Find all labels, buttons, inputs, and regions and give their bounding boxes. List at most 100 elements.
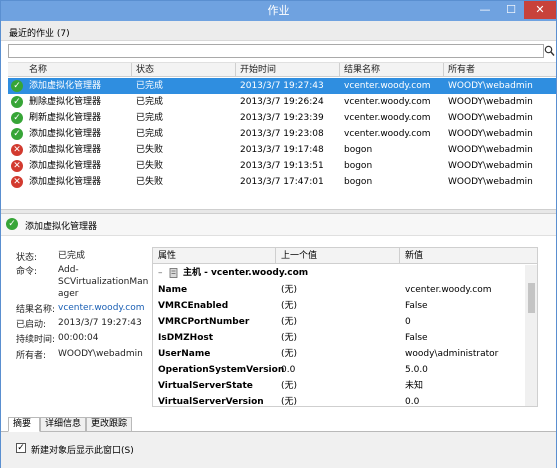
field-label: 已启动: bbox=[16, 320, 47, 330]
search-icon[interactable] bbox=[544, 45, 555, 57]
completed-icon: ✓ bbox=[11, 128, 23, 140]
properties-scrollbar[interactable] bbox=[525, 265, 537, 406]
job-result-name: bogon bbox=[344, 145, 373, 155]
column-header-property[interactable]: 属性 bbox=[153, 248, 276, 264]
property-new-value: 未知 bbox=[405, 381, 424, 391]
job-owner: WOODY\webadmin bbox=[448, 113, 533, 123]
property-name: IsDMZHost bbox=[158, 333, 214, 343]
failed-icon: ✕ bbox=[11, 144, 23, 156]
column-header-result-name[interactable]: 结果名称 bbox=[340, 63, 444, 77]
job-result-name: vcenter.woody.com bbox=[344, 97, 431, 107]
job-start-time: 2013/3/7 19:27:43 bbox=[240, 81, 324, 91]
property-old-value: (无) bbox=[281, 333, 298, 343]
field-value: Add- SCVirtualizationMan ager bbox=[58, 265, 149, 299]
job-name: 添加虚拟化管理器 bbox=[29, 161, 102, 171]
failed-icon: ✕ bbox=[11, 160, 23, 172]
column-header-status[interactable]: 状态 bbox=[132, 63, 236, 77]
job-row[interactable]: ✓ 添加虚拟化管理器 已完成 2013/3/7 19:23:08 vcenter.woo… bbox=[8, 126, 556, 142]
tab-details[interactable]: 详细信息 bbox=[40, 417, 86, 432]
host-group-label: 主机 - vcenter.woody.com bbox=[183, 268, 309, 278]
job-name: 添加虚拟化管理器 bbox=[29, 129, 102, 139]
job-owner: WOODY\webadmin bbox=[448, 145, 533, 155]
tab-summary[interactable]: 摘要 bbox=[8, 417, 40, 432]
job-start-time: 2013/3/7 19:13:51 bbox=[240, 161, 324, 171]
job-owner: WOODY\webadmin bbox=[448, 177, 533, 187]
column-header-owner[interactable]: 所有者 bbox=[444, 63, 556, 77]
column-header-name[interactable]: 名称 bbox=[25, 63, 132, 77]
job-start-time: 2013/3/7 17:47:01 bbox=[240, 177, 324, 187]
job-row[interactable]: ✓ 删除虚拟化管理器 已完成 2013/3/7 19:26:24 vcenter.woo… bbox=[8, 94, 556, 110]
jobs-table-header: 名称 状态 开始时间 结果名称 所有者 bbox=[8, 62, 556, 77]
property-row[interactable]: UserName (无) woody\administrator bbox=[153, 346, 525, 362]
job-row[interactable]: ✕ 添加虚拟化管理器 已失败 2013/3/7 19:13:51 bogon WOODY\… bbox=[8, 158, 556, 174]
detail-title: 添加虚拟化管理器 bbox=[25, 222, 98, 232]
tab-change-tracking[interactable]: 更改跟踪 bbox=[86, 417, 132, 432]
job-owner: WOODY\webadmin bbox=[448, 129, 533, 139]
field-value: WOODY\webadmin bbox=[58, 349, 143, 359]
scrollbar-thumb[interactable] bbox=[528, 283, 535, 313]
job-result-name: bogon bbox=[344, 177, 373, 187]
job-name: 添加虚拟化管理器 bbox=[29, 145, 102, 155]
show-window-checkbox-label[interactable]: 新建对象后显示此窗口(S) bbox=[31, 443, 134, 456]
job-status: 已完成 bbox=[136, 129, 164, 139]
job-name: 添加虚拟化管理器 bbox=[29, 81, 102, 91]
property-row[interactable]: VirtualServerVersion (无) 0.0 bbox=[153, 394, 525, 406]
job-result-name: vcenter.woody.com bbox=[344, 81, 431, 91]
property-row[interactable]: IsDMZHost (无) False bbox=[153, 330, 525, 346]
property-old-value: (无) bbox=[281, 301, 298, 311]
completed-icon: ✓ bbox=[6, 218, 18, 230]
property-old-value: (无) bbox=[281, 317, 298, 327]
host-group-row[interactable]: – 主机 - vcenter.woody.com bbox=[153, 265, 537, 281]
property-old-value: 0.0 bbox=[281, 365, 296, 375]
properties-header: 属性 上一个值 新值 bbox=[153, 248, 537, 264]
property-name: VMRCEnabled bbox=[158, 301, 229, 311]
property-new-value: woody\administrator bbox=[405, 349, 499, 359]
property-row[interactable]: OperationSystemVersion 0.0 5.0.0 bbox=[153, 362, 525, 378]
completed-icon: ✓ bbox=[11, 112, 23, 124]
property-row[interactable]: Name (无) vcenter.woody.com bbox=[153, 282, 525, 298]
collapse-icon[interactable]: – bbox=[158, 265, 163, 281]
job-row[interactable]: ✕ 添加虚拟化管理器 已失败 2013/3/7 19:17:48 bogon WOODY\… bbox=[8, 142, 556, 158]
job-start-time: 2013/3/7 19:23:08 bbox=[240, 129, 324, 139]
property-new-value: False bbox=[405, 301, 428, 311]
field-label: 所有者: bbox=[16, 351, 47, 361]
job-start-time: 2013/3/7 19:26:24 bbox=[240, 97, 324, 107]
property-new-value: 5.0.0 bbox=[405, 365, 428, 375]
maximize-button[interactable]: ☐ bbox=[498, 1, 524, 19]
job-row[interactable]: ✓ 添加虚拟化管理器 已完成 2013/3/7 19:27:43 vcenter.woo… bbox=[8, 78, 556, 94]
server-icon bbox=[169, 265, 178, 281]
column-header-new-value[interactable]: 新值 bbox=[400, 248, 537, 264]
minimize-button[interactable]: — bbox=[472, 1, 498, 19]
recent-jobs-header: 最近的作业 (7) bbox=[1, 21, 556, 41]
column-header-start-time[interactable]: 开始时间 bbox=[236, 63, 340, 77]
job-row[interactable]: ✓ 刷新虚拟化管理器 已完成 2013/3/7 19:23:39 vcenter.woo… bbox=[8, 110, 556, 126]
show-window-checkbox[interactable]: ✓ bbox=[16, 443, 26, 453]
field-value: 2013/3/7 19:27:43 bbox=[58, 318, 142, 328]
completed-icon: ✓ bbox=[11, 96, 23, 108]
jobs-table: 名称 状态 开始时间 结果名称 所有者 ✓ 添加虚拟化管理器 已完成 2013/3/7… bbox=[8, 62, 556, 206]
job-status: 已失败 bbox=[136, 161, 164, 171]
field-label: 命令: bbox=[16, 267, 38, 277]
job-owner: WOODY\webadmin bbox=[448, 161, 533, 171]
property-old-value: (无) bbox=[281, 349, 298, 359]
property-row[interactable]: VMRCEnabled (无) False bbox=[153, 298, 525, 314]
property-row[interactable]: VirtualServerState (无) 未知 bbox=[153, 378, 525, 394]
close-button[interactable]: ✕ bbox=[524, 1, 556, 19]
property-row[interactable]: VMRCPortNumber (无) 0 bbox=[153, 314, 525, 330]
title-bar: 作业 — ☐ ✕ bbox=[1, 1, 556, 21]
property-name: Name bbox=[158, 285, 188, 295]
detail-header: ✓ 添加虚拟化管理器 bbox=[1, 214, 556, 236]
column-header-old-value[interactable]: 上一个值 bbox=[276, 248, 400, 264]
job-status: 已完成 bbox=[136, 81, 164, 91]
search-input[interactable] bbox=[8, 44, 544, 58]
job-result-name: vcenter.woody.com bbox=[344, 113, 431, 123]
property-new-value: vcenter.woody.com bbox=[405, 285, 492, 295]
job-row[interactable]: ✕ 添加虚拟化管理器 已失败 2013/3/7 17:47:01 bogon WOODY\… bbox=[8, 174, 556, 190]
failed-icon: ✕ bbox=[11, 176, 23, 188]
property-name: VMRCPortNumber bbox=[158, 317, 250, 327]
property-name: OperationSystemVersion bbox=[158, 365, 285, 375]
field-label: 状态: bbox=[16, 253, 38, 263]
field-value: 00:00:04 bbox=[58, 333, 99, 343]
job-start-time: 2013/3/7 19:23:39 bbox=[240, 113, 324, 123]
jobs-window: 作业 — ☐ ✕ 最近的作业 (7) 名称 状态 开始时间 结果名称 所有者 ✓… bbox=[0, 0, 557, 468]
